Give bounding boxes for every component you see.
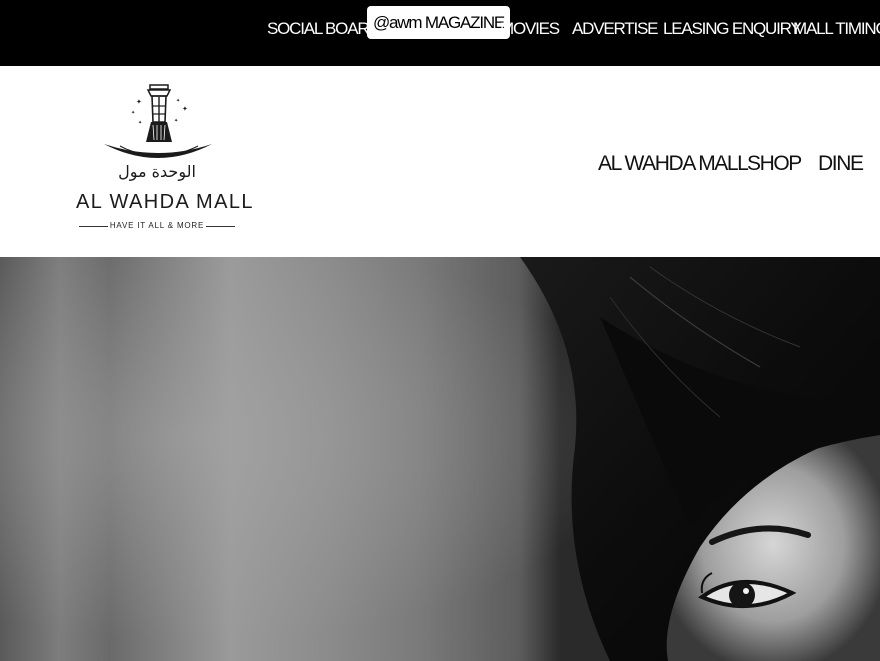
svg-text:✦: ✦ [174, 118, 178, 124]
top-nav-advertise[interactable]: ADVERTISE [572, 18, 658, 40]
top-nav-movies[interactable]: MOVIES [500, 18, 560, 40]
top-nav-awm-magazine[interactable]: @awm MAGAZINE [367, 6, 511, 39]
logo-tagline: HAVE IT ALL & MORE [76, 219, 238, 233]
tagline-rule-right [206, 226, 235, 227]
top-utility-bar: SOCIAL BOARD @awm MAGAZINE MOVIES ADVERT… [0, 0, 880, 66]
svg-text:✦: ✦ [136, 98, 142, 106]
top-nav-leasing-enquiry[interactable]: LEASING ENQUIRY [663, 18, 802, 40]
svg-text:✦: ✦ [131, 110, 135, 116]
svg-text:✦: ✦ [138, 120, 142, 126]
top-nav-social-board[interactable]: SOCIAL BOARD [267, 18, 381, 40]
logo-name: AL WAHDA MALL [76, 191, 254, 213]
top-nav: SOCIAL BOARD @awm MAGAZINE MOVIES ADVERT… [0, 0, 880, 66]
hero-portrait-image [0, 257, 880, 661]
logo-arabic-text: الوحدة مول [118, 162, 196, 181]
main-nav-shop[interactable]: SHOP [747, 152, 802, 176]
top-nav-mall-timings[interactable]: MALL TIMINGS [793, 18, 880, 40]
svg-text:✦: ✦ [182, 105, 188, 113]
hero-banner[interactable] [0, 257, 880, 661]
site-logo[interactable]: ✦ ✦ ✦ ✦ ✦ ✦ الوحدة مول AL WAHDA MALL HAV… [76, 80, 254, 240]
main-nav-al-wahda-mall[interactable]: AL WAHDA MALL [598, 152, 749, 176]
tagline-rule-left [79, 226, 108, 227]
tagline-text: HAVE IT ALL & MORE [109, 221, 205, 230]
main-nav-dine[interactable]: DINE [818, 152, 864, 176]
site-header: ✦ ✦ ✦ ✦ ✦ ✦ الوحدة مول AL WAHDA MALL HAV… [0, 66, 880, 257]
svg-text:✦: ✦ [176, 98, 180, 104]
